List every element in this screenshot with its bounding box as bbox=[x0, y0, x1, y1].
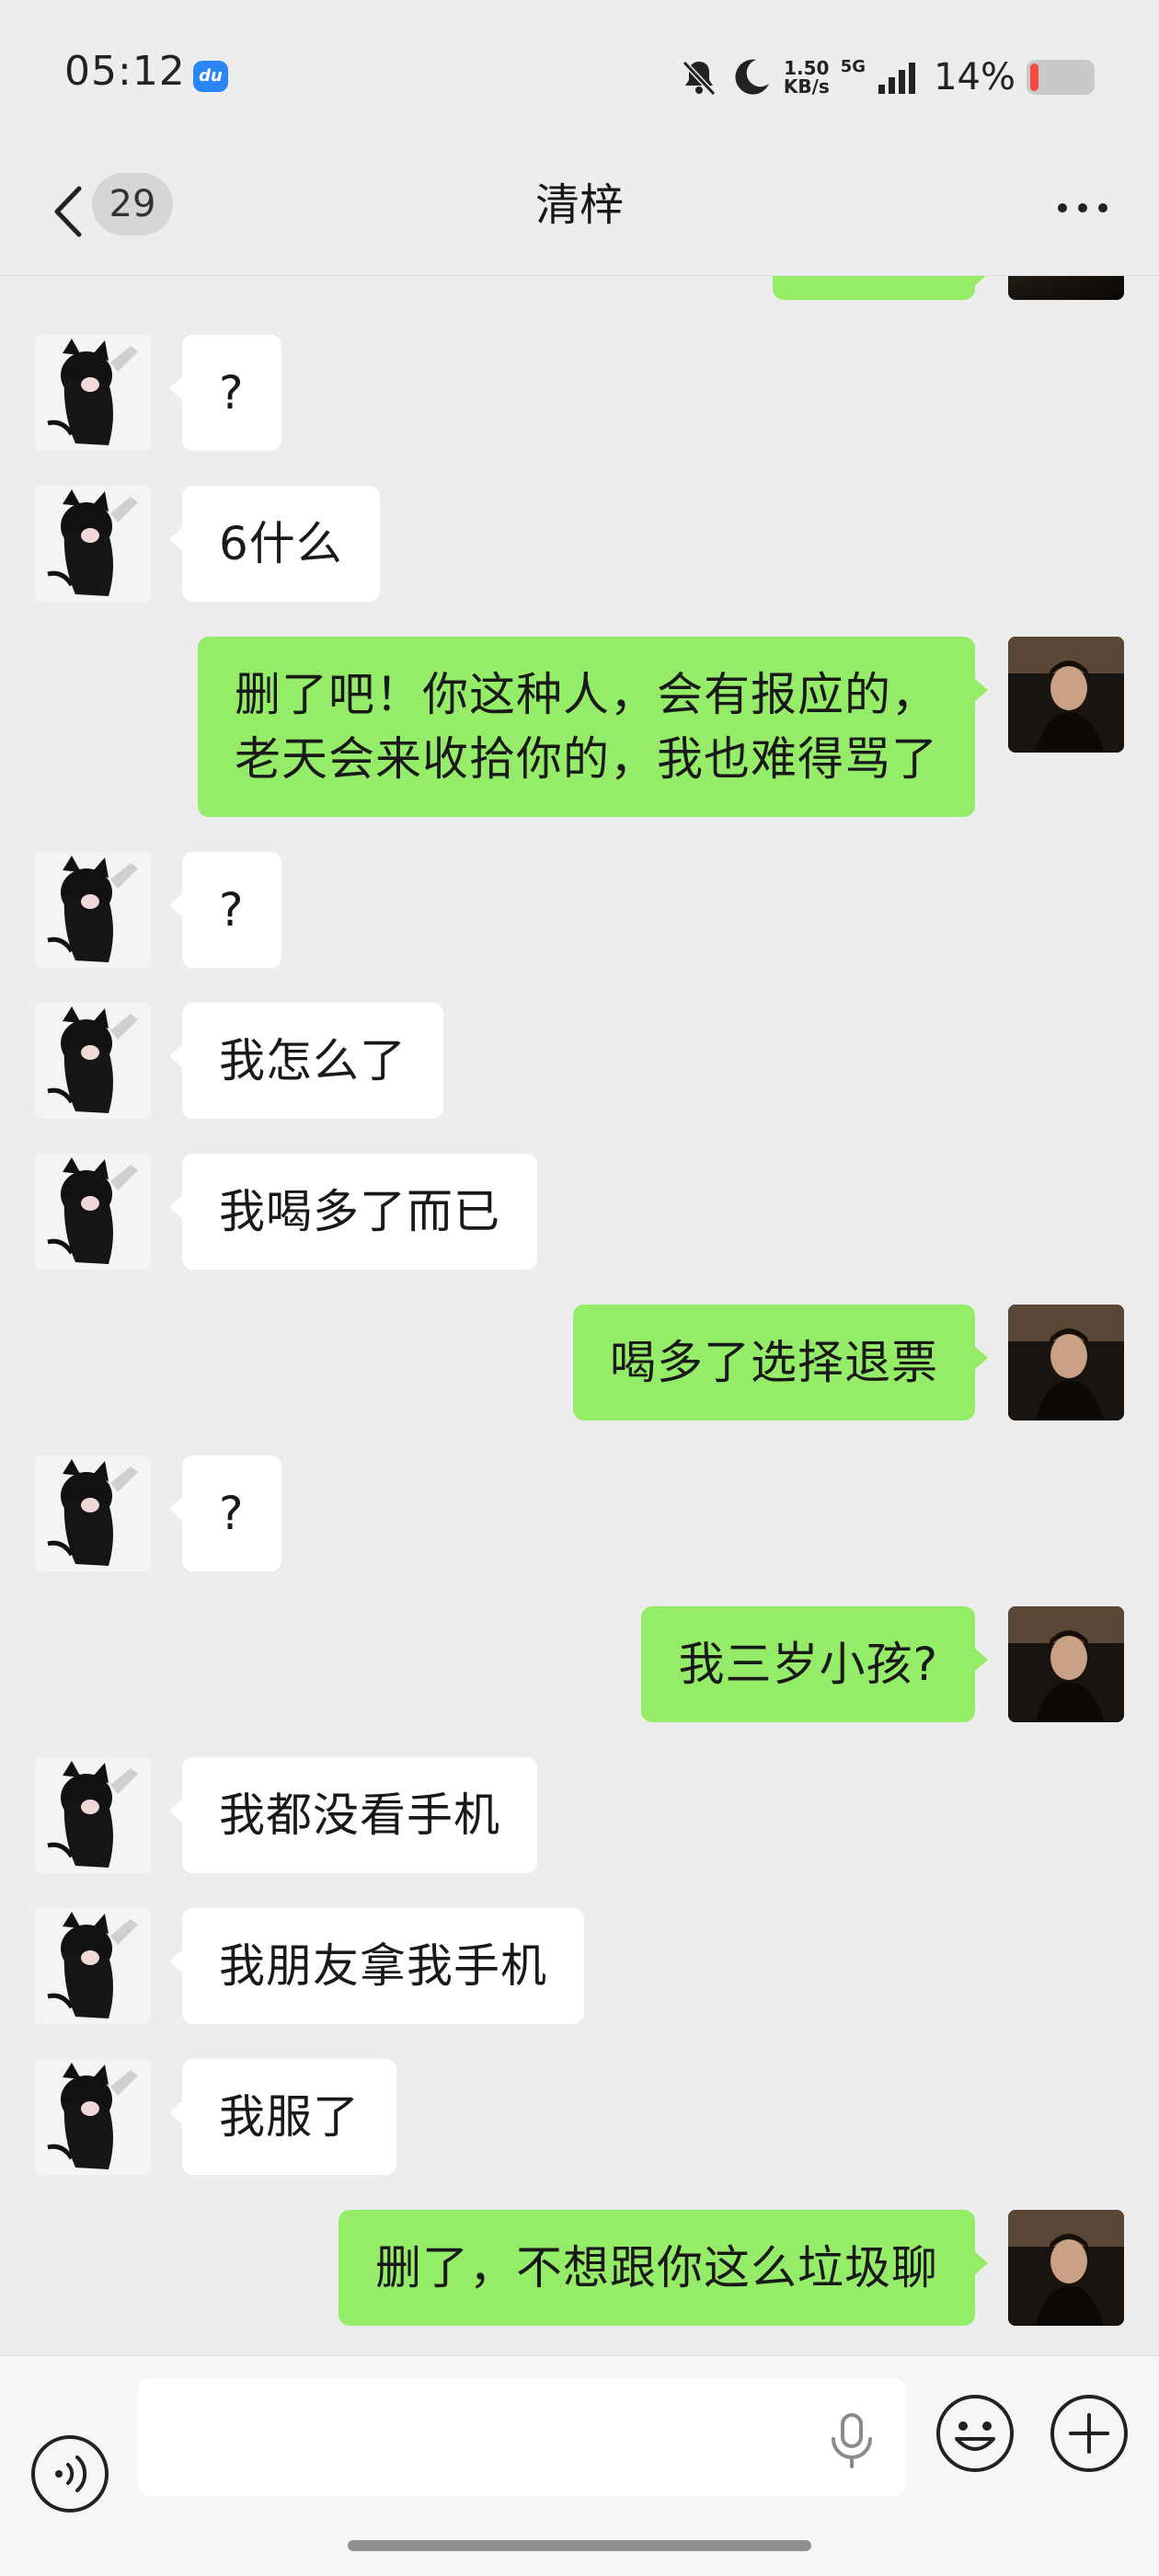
dot bbox=[1078, 203, 1087, 213]
message-bubble-sent[interactable]: 删了，不想跟你这么垃圾聊 bbox=[339, 2210, 988, 2326]
self-avatar-image bbox=[1008, 1305, 1124, 1420]
message-input[interactable] bbox=[138, 2378, 905, 2496]
message-bubble-received[interactable]: 6什么 bbox=[169, 486, 380, 602]
contact-avatar[interactable] bbox=[35, 1455, 151, 1571]
moon-icon bbox=[735, 59, 769, 95]
status-bar: 05:12 du 1.50 KB/s 5G 14% bbox=[0, 0, 1159, 147]
contact-avatar[interactable] bbox=[35, 486, 151, 602]
contact-avatar-image bbox=[35, 486, 151, 602]
contact-avatar-image bbox=[35, 1908, 151, 2024]
self-avatar[interactable] bbox=[1008, 276, 1124, 300]
contact-avatar-image bbox=[35, 1003, 151, 1119]
emoji-icon[interactable] bbox=[935, 2393, 1016, 2474]
message-list[interactable]: ? 6什么删了吧！你这种人，会有报应的， 老天会来收拾你的，我也难得骂了? 我怎么了… bbox=[0, 276, 1159, 2355]
more-dots-icon[interactable] bbox=[1043, 182, 1122, 234]
contact-avatar[interactable] bbox=[35, 335, 151, 451]
message-bubble-received[interactable]: 我怎么了 bbox=[169, 1003, 443, 1119]
input-bar bbox=[0, 2355, 1159, 2576]
message-bubble-received[interactable]: 我朋友拿我手机 bbox=[169, 1908, 584, 2024]
status-indicators: 1.50 KB/s 5G 14% bbox=[679, 50, 1095, 105]
contact-avatar-image bbox=[35, 1455, 151, 1571]
message-bubble-received[interactable]: 我都没看手机 bbox=[169, 1757, 537, 1873]
message-bubble-received[interactable]: 我喝多了而已 bbox=[169, 1154, 537, 1270]
battery-icon bbox=[1027, 60, 1095, 95]
contact-avatar[interactable] bbox=[35, 2059, 151, 2175]
chat-header: 29 清梓 bbox=[0, 147, 1159, 276]
contact-avatar-image bbox=[35, 1154, 151, 1270]
self-avatar-image bbox=[1008, 637, 1124, 753]
message-bubble-sent[interactable]: 喝多了选择退票 bbox=[573, 1305, 988, 1420]
contact-avatar-image bbox=[35, 852, 151, 968]
self-avatar-image bbox=[1008, 2210, 1124, 2326]
contact-avatar[interactable] bbox=[35, 1757, 151, 1873]
contact-avatar-image bbox=[35, 335, 151, 451]
dot bbox=[1058, 203, 1067, 213]
message-bubble-received[interactable]: ? bbox=[169, 852, 281, 968]
message-bubble-received[interactable]: ? bbox=[169, 335, 281, 451]
battery-percent: 14% bbox=[934, 56, 1016, 98]
battery-level-fill bbox=[1030, 63, 1039, 91]
contact-avatar[interactable] bbox=[35, 852, 151, 968]
contact-avatar-image bbox=[35, 1757, 151, 1873]
net-speed-unit: KB/s bbox=[783, 75, 830, 98]
self-avatar-image bbox=[1008, 1606, 1124, 1722]
message-bubble-partial bbox=[773, 276, 988, 300]
dot bbox=[1098, 203, 1107, 213]
microphone-icon[interactable] bbox=[828, 2413, 876, 2468]
contact-avatar[interactable] bbox=[35, 1908, 151, 2024]
network-type: 5G bbox=[840, 56, 866, 76]
status-time: 05:12 bbox=[64, 48, 186, 95]
self-avatar[interactable] bbox=[1008, 1305, 1124, 1420]
voice-icon[interactable] bbox=[29, 2433, 110, 2514]
home-indicator[interactable] bbox=[348, 2540, 811, 2551]
baidu-app-icon: du bbox=[193, 61, 228, 92]
plus-icon[interactable] bbox=[1049, 2393, 1130, 2474]
contact-avatar[interactable] bbox=[35, 1003, 151, 1119]
signal-icon bbox=[878, 63, 916, 94]
self-avatar[interactable] bbox=[1008, 1606, 1124, 1722]
contact-avatar[interactable] bbox=[35, 1154, 151, 1270]
bell-off-icon bbox=[682, 60, 717, 97]
chat-title: 清梓 bbox=[534, 179, 624, 231]
message-bubble-received[interactable]: 我服了 bbox=[169, 2059, 396, 2175]
self-avatar[interactable] bbox=[1008, 637, 1124, 753]
contact-avatar-image bbox=[35, 2059, 151, 2175]
message-bubble-sent[interactable]: 我三岁小孩? bbox=[641, 1606, 988, 1722]
net-speed-value: 1.50 bbox=[784, 57, 830, 79]
self-avatar[interactable] bbox=[1008, 2210, 1124, 2326]
message-bubble-received[interactable]: ? bbox=[169, 1455, 281, 1571]
net-speed: 1.50 KB/s bbox=[784, 59, 830, 96]
message-bubble-sent[interactable]: 删了吧！你这种人，会有报应的， 老天会来收拾你的，我也难得骂了 bbox=[198, 637, 988, 817]
